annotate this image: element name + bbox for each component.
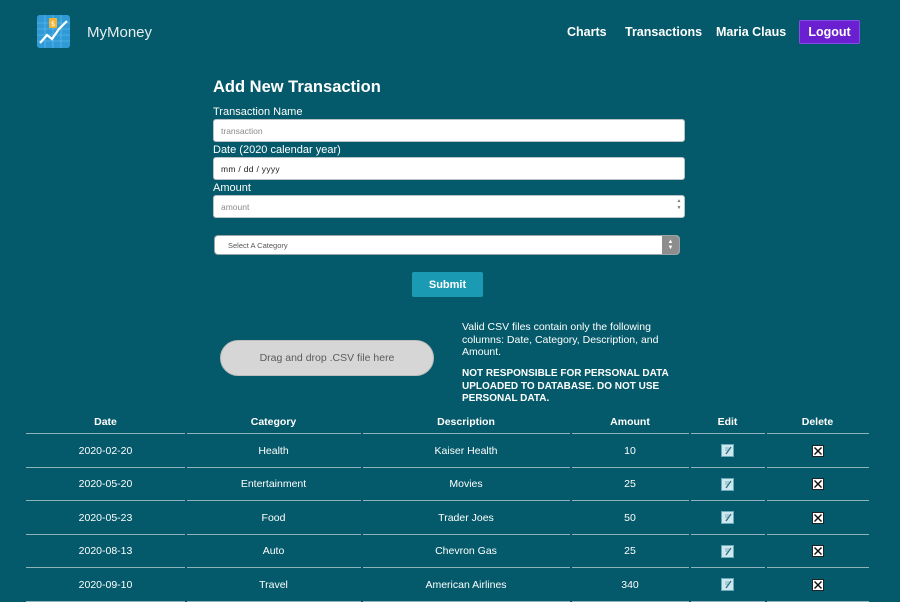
cell-amount: 25 [624, 478, 636, 491]
amount-input[interactable] [213, 195, 685, 218]
header-date: Date [94, 415, 117, 428]
header-description: Description [437, 415, 495, 428]
amount-stepper-icon[interactable]: ▲ ▼ [676, 198, 682, 213]
delete-x-icon[interactable] [811, 511, 824, 524]
cell-date: 2020-02-20 [78, 444, 133, 457]
header-amount: Amount [610, 415, 650, 428]
date-label: Date (2020 calendar year) [213, 144, 341, 156]
nav-link-user[interactable]: Maria Claus [716, 25, 786, 39]
header-delete: Delete [801, 415, 834, 428]
edit-icon[interactable] [721, 544, 734, 558]
cell-date: 2020-09-10 [78, 578, 133, 591]
cell-date: 2020-05-23 [78, 511, 133, 524]
category-select[interactable]: Select A Category ▲ ▼ [214, 235, 680, 255]
money-chart-logo-icon[interactable]: $ [37, 15, 70, 48]
transaction-name-input[interactable] [213, 119, 685, 142]
table-row: 2020-05-20 Entertainment Movies 25 [26, 468, 869, 502]
table-body: 2020-02-20 Health Kaiser Health 10 2020-05-2… [26, 434, 869, 602]
cell-delete [766, 434, 869, 468]
amount-label: Amount [213, 182, 251, 194]
form-title: Add New Transaction [213, 78, 381, 96]
csv-warning-text: NOT RESPONSIBLE FOR PERSONAL DATA UPLOAD… [462, 368, 669, 404]
cell-edit [690, 501, 765, 535]
cell-delete [766, 568, 869, 602]
cell-description: Chevron Gas [435, 545, 497, 558]
chevron-up-down-icon: ▲ ▼ [662, 236, 679, 254]
edit-icon[interactable] [721, 578, 734, 592]
edit-icon[interactable] [721, 444, 734, 458]
cell-amount: 25 [624, 545, 636, 558]
svg-text:$: $ [51, 20, 55, 28]
edit-icon[interactable] [721, 511, 734, 525]
cell-date: 2020-08-13 [78, 545, 133, 558]
transactions-table: Date Category Description Amount Edit De… [26, 409, 869, 602]
csv-dropzone[interactable]: Drag and drop .CSV file here [220, 340, 434, 376]
delete-x-icon[interactable] [811, 444, 824, 457]
cell-amount: 340 [621, 578, 639, 591]
cell-delete [766, 468, 869, 502]
date-input[interactable]: mm / dd / yyyy [213, 157, 685, 180]
cell-edit [690, 568, 765, 602]
dropzone-label: Drag and drop .CSV file here [259, 352, 395, 364]
date-placeholder: mm / dd / yyyy [221, 163, 280, 174]
cell-edit [690, 468, 765, 502]
cell-category: Auto [262, 545, 285, 558]
cell-edit [690, 535, 765, 569]
top-navbar: $ MyMoney Charts Transactions Maria Clau… [0, 0, 900, 64]
cell-delete [766, 535, 869, 569]
table-header-row: Date Category Description Amount Edit De… [26, 409, 869, 434]
submit-button[interactable]: Submit [412, 272, 483, 297]
logout-button[interactable]: Logout [799, 20, 860, 44]
nav-link-transactions[interactable]: Transactions [625, 25, 702, 39]
cell-amount: 50 [624, 511, 636, 524]
transaction-name-label: Transaction Name [213, 106, 303, 118]
cell-delete [766, 501, 869, 535]
table-row: 2020-08-13 Auto Chevron Gas 25 [26, 535, 869, 569]
edit-icon[interactable] [721, 477, 734, 491]
amount-field-wrapper: ▲▼ [213, 195, 685, 218]
cell-description: Kaiser Health [434, 444, 498, 457]
header-edit: Edit [717, 415, 738, 428]
delete-x-icon[interactable] [811, 545, 824, 558]
cell-category: Travel [259, 578, 288, 591]
category-select-value: Select A Category [228, 240, 288, 250]
delete-x-icon[interactable] [811, 478, 824, 491]
cell-category: Health [258, 444, 289, 457]
cell-category: Entertainment [240, 478, 307, 491]
table-row: 2020-05-23 Food Trader Joes 50 [26, 501, 869, 535]
csv-info-text: Valid CSV files contain only the followi… [462, 321, 659, 358]
brand-name[interactable]: MyMoney [87, 24, 152, 41]
table-row: 2020-02-20 Health Kaiser Health 10 [26, 434, 869, 468]
delete-x-icon[interactable] [811, 578, 824, 591]
cell-description: Movies [449, 478, 483, 491]
header-category: Category [250, 415, 297, 428]
cell-description: Trader Joes [438, 511, 494, 524]
cell-description: American Airlines [425, 578, 507, 591]
nav-link-charts[interactable]: Charts [567, 25, 607, 39]
cell-category: Food [261, 511, 286, 524]
table-row: 2020-09-10 Travel American Airlines 340 [26, 568, 869, 602]
cell-edit [690, 434, 765, 468]
cell-amount: 10 [624, 444, 636, 457]
cell-date: 2020-05-20 [78, 478, 133, 491]
